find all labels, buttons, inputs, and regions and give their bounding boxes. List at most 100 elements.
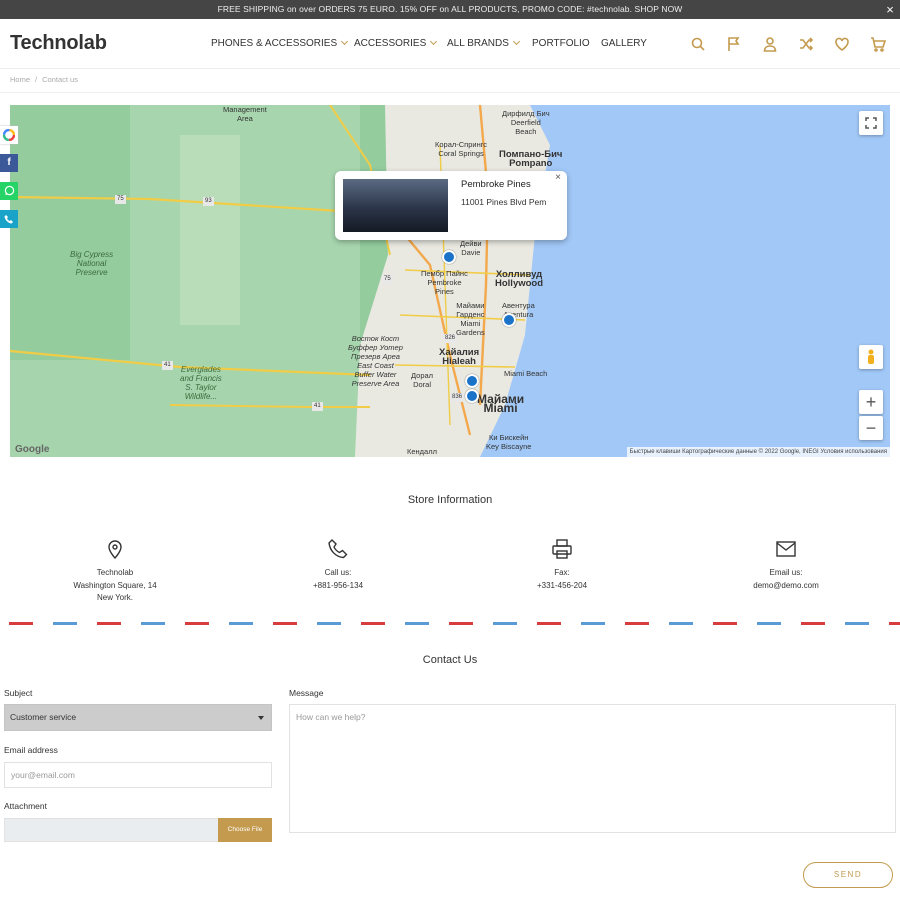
map-label-key-biscayne: Ки Бискейн Key Biscayne: [486, 433, 532, 451]
map-label-deerfield: Дирфилд Бич Deerfield Beach: [502, 109, 550, 136]
send-button[interactable]: SEND: [803, 862, 893, 888]
site-logo[interactable]: Technolab: [10, 32, 107, 55]
zoom-in-button[interactable]: +: [859, 390, 883, 414]
nav-item-portfolio[interactable]: PORTFOLIO: [532, 38, 590, 49]
map-label-pompano: Помпано-Бич Pompano: [499, 149, 563, 169]
email-label: Email us:: [769, 568, 803, 577]
map-marker[interactable]: [465, 374, 479, 388]
store-city: New York.: [96, 593, 134, 602]
close-icon[interactable]: ×: [886, 0, 894, 19]
pegman-icon: [868, 349, 874, 364]
map-label-hollywood: Холливуд Hollywood: [495, 269, 544, 289]
attachment-input[interactable]: Choose File: [4, 818, 272, 842]
fax-icon: [552, 539, 572, 559]
map-label-davie: Дейви Davie: [460, 239, 482, 257]
map-label-east-coast-preserve: Восток Кост Буффер Уотер Презерв Ареа East …: [348, 334, 403, 388]
highway-shield: 75: [382, 275, 393, 284]
map-marker[interactable]: [442, 250, 456, 264]
airmail-divider: [0, 622, 900, 625]
user-icon[interactable]: [762, 36, 778, 52]
map-attribution[interactable]: Быстрые клавиши Картографические данные …: [626, 447, 890, 457]
store-email-block: Email us: demo@demo.com: [696, 538, 876, 592]
map-label-kendall: Кендалл: [407, 447, 437, 456]
shuffle-icon[interactable]: [798, 36, 814, 52]
store-name: Technolab: [96, 568, 134, 577]
nav-item-all-brands[interactable]: ALL BRANDS: [447, 37, 520, 49]
subject-select[interactable]: Customer service: [4, 704, 272, 731]
attachment-label: Attachment: [4, 801, 47, 811]
fullscreen-icon: [865, 117, 877, 129]
map-label-coral-springs: Корал-Спрингс Coral Springs: [435, 140, 488, 158]
nav-item-gallery[interactable]: GALLERY: [601, 38, 647, 49]
promo-bar: FREE SHIPPING on over ORDERS 75 EURO. 15…: [0, 0, 900, 19]
promo-text[interactable]: FREE SHIPPING on over ORDERS 75 EURO. 15…: [218, 4, 683, 14]
store-map[interactable]: Management Area Дирфилд Бич Deerfield Beach…: [10, 105, 890, 457]
highway-shield: 41: [312, 402, 323, 411]
zoom-out-button[interactable]: −: [859, 416, 883, 440]
message-label: Message: [289, 688, 324, 698]
map-label-pembroke-pines: Пембр Пайнс Pembroke Pines: [421, 269, 468, 296]
map-info-window: Pembroke Pines 11001 Pines Blvd Pem ×: [335, 171, 567, 240]
subject-value: Customer service: [10, 712, 77, 722]
breadcrumb-current: Contact us: [42, 75, 78, 84]
phone-number[interactable]: +881-956-134: [248, 580, 428, 593]
fullscreen-button[interactable]: [859, 111, 883, 135]
map-label-miami: Майами Miami: [477, 392, 525, 415]
email-address[interactable]: demo@demo.com: [696, 580, 876, 593]
whatsapp-icon[interactable]: [0, 182, 18, 200]
breadcrumb-home[interactable]: Home: [10, 75, 30, 84]
map-marker[interactable]: [465, 389, 479, 403]
map-label-doral: Дорал Doral: [411, 371, 434, 389]
map-label-everglades: Everglades and Francis S. Taylor Wildlife..…: [180, 365, 222, 401]
info-window-title: Pembroke Pines: [461, 179, 531, 190]
map-marker[interactable]: [502, 313, 516, 327]
caret-down-icon: [258, 716, 264, 720]
facebook-icon[interactable]: f: [0, 154, 18, 172]
phone-share-icon[interactable]: [0, 210, 18, 228]
highway-shield: 93: [203, 197, 214, 206]
map-label-big-cypress: Big Cypress National Preserve: [70, 250, 114, 277]
store-fax-block: Fax: +331-456-204: [472, 538, 652, 592]
map-label-hialeah: Хайалия Hialeah: [439, 347, 480, 367]
flag-icon[interactable]: [726, 36, 742, 52]
chevron-down-icon: [512, 37, 520, 46]
store-address-block: Technolab Washington Square, 14 New York…: [25, 538, 205, 605]
chevron-down-icon: [341, 37, 349, 46]
nav-item-accessories[interactable]: ACCESSORIES: [354, 37, 438, 49]
divider: [0, 92, 900, 93]
store-photo: [343, 179, 448, 232]
map-pin-icon: [108, 540, 122, 560]
google-logo: Google: [15, 444, 50, 455]
search-icon[interactable]: [690, 36, 706, 52]
highway-shield: 75: [115, 195, 126, 204]
close-icon[interactable]: ×: [555, 172, 561, 183]
highway-shield: 41: [162, 361, 173, 370]
fax-label: Fax:: [554, 568, 570, 577]
fax-number: +331-456-204: [536, 580, 588, 590]
heart-icon[interactable]: [834, 36, 850, 52]
cart-icon[interactable]: [870, 36, 887, 52]
highway-shield: 826: [443, 334, 458, 343]
choose-file-button[interactable]: Choose File: [218, 818, 272, 842]
map-label-management-area: Management Area: [223, 105, 267, 123]
site-header: Technolab PHONES & ACCESSORIES ACCESSORI…: [0, 19, 900, 69]
info-window-address: 11001 Pines Blvd Pem: [461, 197, 547, 207]
mail-icon: [776, 541, 796, 557]
email-field[interactable]: your@email.com: [4, 762, 272, 788]
color-wheel-icon[interactable]: [0, 126, 18, 144]
breadcrumb-separator: /: [35, 75, 38, 84]
subject-label: Subject: [4, 688, 33, 698]
phone-label: Call us:: [324, 568, 352, 577]
store-street: Washington Square, 14: [73, 580, 157, 590]
email-field-label: Email address: [4, 745, 58, 755]
phone-icon: [328, 539, 348, 559]
store-information-title: Store Information: [407, 494, 493, 506]
highway-shield: 836: [450, 393, 465, 402]
contact-us-title: Contact Us: [422, 654, 478, 666]
message-field[interactable]: How can we help?: [289, 704, 896, 833]
nav-item-phones-accessories[interactable]: PHONES & ACCESSORIES: [211, 37, 349, 49]
pegman-button[interactable]: [859, 345, 883, 369]
chevron-down-icon: [430, 37, 438, 46]
map-label-miami-gardens: Майами Гарденс Miami Gardens: [456, 301, 485, 337]
breadcrumb: Home / Contact us: [10, 75, 78, 84]
